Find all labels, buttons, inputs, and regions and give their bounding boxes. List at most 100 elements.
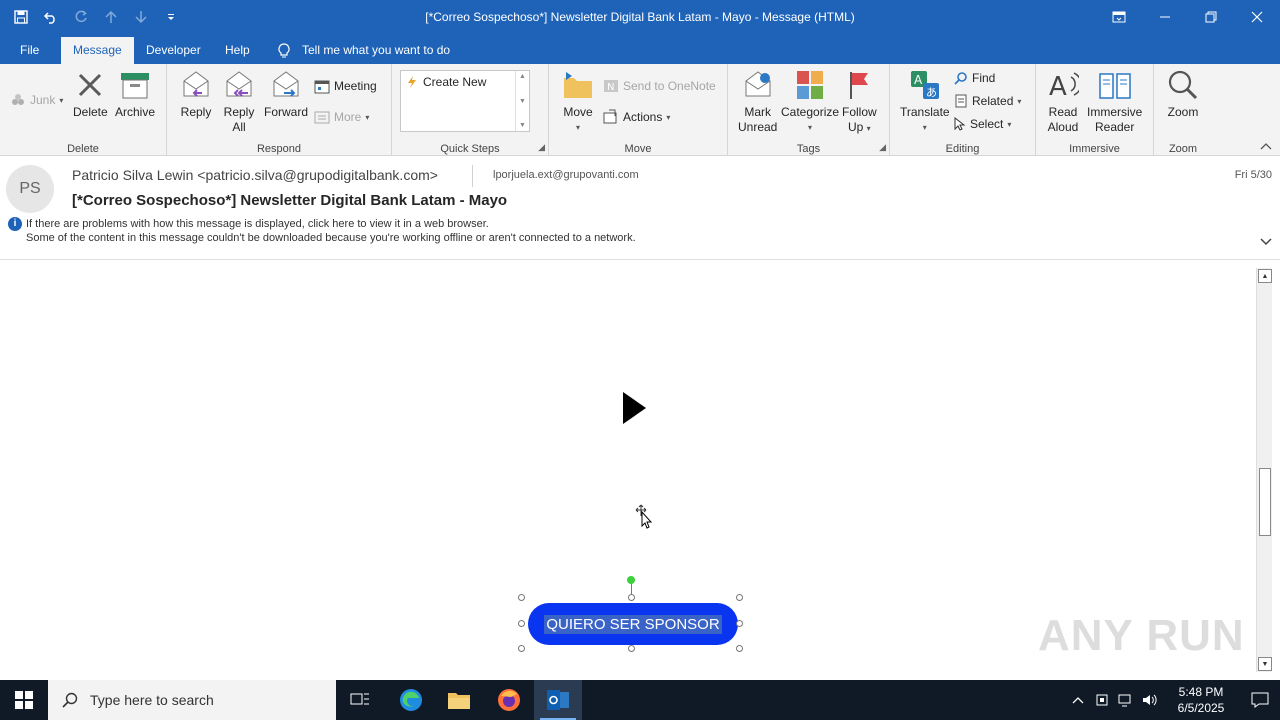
more-respond-button[interactable]: More ▾ (314, 107, 369, 127)
resize-handle[interactable] (518, 594, 525, 601)
quick-steps-scroll[interactable]: ▲ ▼ ▼ (515, 71, 529, 131)
expand-header-icon[interactable] (1260, 235, 1272, 249)
resize-handle[interactable] (518, 645, 525, 652)
reply-button[interactable]: Reply (179, 68, 213, 120)
create-new-quick-step[interactable]: Create New (407, 75, 486, 89)
avatar[interactable]: PS (6, 165, 54, 213)
forward-button[interactable]: Forward (264, 68, 308, 120)
follow-up-button[interactable]: Follow Up ▾ (842, 68, 877, 136)
restore-icon[interactable] (1188, 0, 1234, 34)
undo-icon[interactable] (38, 4, 64, 30)
move-group-label: Move (624, 143, 652, 155)
firefox-icon[interactable] (485, 680, 533, 720)
mark-unread-button[interactable]: Mark Unread (738, 68, 777, 135)
task-view-icon[interactable] (336, 680, 384, 720)
close-icon[interactable] (1234, 0, 1280, 34)
tags-group-label: Tags (796, 143, 821, 155)
tab-help[interactable]: Help (213, 37, 262, 64)
lightning-icon (408, 76, 416, 88)
zoom-button[interactable]: Zoom (1166, 68, 1200, 120)
respond-group-label: Respond (256, 143, 302, 155)
previous-item-icon[interactable] (98, 4, 124, 30)
message-subject: [*Correo Sospechoso*] Newsletter Digital… (72, 192, 508, 209)
forward-icon (269, 68, 303, 102)
info-line-offline: Some of the content in this message coul… (26, 232, 636, 244)
ribbon-display-options-icon[interactable] (1096, 0, 1142, 34)
categorize-button[interactable]: Categorize ▾ (781, 68, 839, 135)
volume-icon[interactable] (1138, 680, 1162, 720)
find-icon (954, 72, 967, 85)
header-divider (472, 165, 473, 187)
immersive-reader-button[interactable]: Immersive Reader (1087, 68, 1142, 135)
resize-handle[interactable] (628, 594, 635, 601)
resize-handle[interactable] (736, 594, 743, 601)
resize-handle[interactable] (736, 645, 743, 652)
archive-button[interactable]: Archive (115, 68, 155, 120)
delete-icon (73, 68, 107, 102)
svg-text:A: A (1049, 72, 1067, 101)
resize-handle[interactable] (628, 645, 635, 652)
expand-gallery-icon[interactable]: ▼ (519, 122, 526, 129)
edge-icon[interactable] (387, 680, 435, 720)
find-button[interactable]: Find (954, 68, 995, 88)
windows-start-icon[interactable] (0, 680, 48, 720)
read-aloud-button[interactable]: A Read Aloud (1046, 68, 1080, 135)
info-line-browser[interactable]: If there are problems with how this mess… (26, 217, 636, 231)
svg-text:A: A (914, 73, 923, 87)
delete-button[interactable]: Delete (73, 68, 108, 120)
network-icon[interactable] (1114, 680, 1138, 720)
tab-file[interactable]: File (8, 37, 51, 64)
info-bar[interactable]: i If there are problems with how this me… (8, 217, 636, 245)
file-explorer-icon[interactable] (435, 680, 483, 720)
app-tray-icon[interactable] (1090, 680, 1114, 720)
move-button[interactable]: Move ▾ (561, 68, 595, 135)
window-controls (1096, 0, 1280, 34)
rotation-handle[interactable] (627, 576, 635, 584)
scroll-down-arrow-icon[interactable]: ▼ (1258, 657, 1272, 671)
taskbar-search[interactable]: Type here to search (48, 680, 336, 720)
send-to-onenote-button[interactable]: N Send to OneNote (603, 76, 716, 96)
minimize-icon[interactable] (1142, 0, 1188, 34)
quick-steps-gallery: Create New ▲ ▼ ▼ (400, 70, 530, 132)
sponsor-button[interactable]: QUIERO SER SPONSOR (528, 603, 738, 645)
sender[interactable]: Patricio Silva Lewin <patricio.silva@gru… (72, 167, 438, 183)
scroll-thumb[interactable] (1259, 468, 1271, 536)
next-item-icon[interactable] (128, 4, 154, 30)
notifications-icon[interactable] (1240, 680, 1280, 720)
tab-message[interactable]: Message (61, 37, 134, 64)
collapse-ribbon-icon[interactable] (1260, 141, 1272, 153)
reply-all-button[interactable]: Reply All (222, 68, 256, 135)
clock-time: 5:48 PM (1178, 685, 1224, 699)
translate-button[interactable]: Aあ Translate ▾ (900, 68, 950, 135)
ribbon-tabs: File Message Developer Help Tell me what… (0, 34, 1280, 64)
recipient[interactable]: lporjuela.ext@grupovanti.com (493, 169, 639, 181)
redo-icon[interactable] (68, 4, 94, 30)
ribbon: Junk ▾ Delete Archive Delete Reply Reply… (0, 64, 1280, 156)
show-hidden-icons-icon[interactable] (1066, 680, 1090, 720)
sponsor-button-selection: QUIERO SER SPONSOR (522, 598, 740, 648)
vertical-scrollbar[interactable]: ▲ ▼ (1256, 268, 1272, 672)
resize-handle[interactable] (518, 620, 525, 627)
play-icon[interactable] (620, 391, 648, 428)
meeting-icon (314, 80, 330, 94)
select-button[interactable]: Select ▾ (954, 114, 1011, 134)
tell-me-search[interactable]: Tell me what you want to do (278, 37, 450, 64)
customize-qat-icon[interactable] (158, 4, 184, 30)
save-icon[interactable] (8, 4, 34, 30)
immersive-reader-icon (1098, 68, 1132, 102)
resize-handle[interactable] (736, 620, 743, 627)
zoom-group-label: Zoom (1168, 143, 1198, 155)
scroll-up-icon[interactable]: ▲ (519, 73, 526, 80)
archive-icon (118, 68, 152, 102)
scroll-up-arrow-icon[interactable]: ▲ (1258, 269, 1272, 283)
scroll-down-icon[interactable]: ▼ (519, 98, 526, 105)
taskbar-clock[interactable]: 5:48 PM 6/5/2025 (1162, 684, 1240, 716)
meeting-button[interactable]: Meeting (314, 76, 377, 96)
tab-developer[interactable]: Developer (134, 37, 213, 64)
junk-button[interactable]: Junk ▾ (10, 90, 63, 110)
related-button[interactable]: Related ▾ (954, 91, 1021, 111)
actions-button[interactable]: Actions ▾ (603, 107, 670, 127)
message-body[interactable]: QUIERO SER SPONSOR ANY RUN (0, 261, 1256, 680)
outlook-taskbar-icon[interactable] (534, 680, 582, 720)
junk-icon (12, 94, 24, 105)
